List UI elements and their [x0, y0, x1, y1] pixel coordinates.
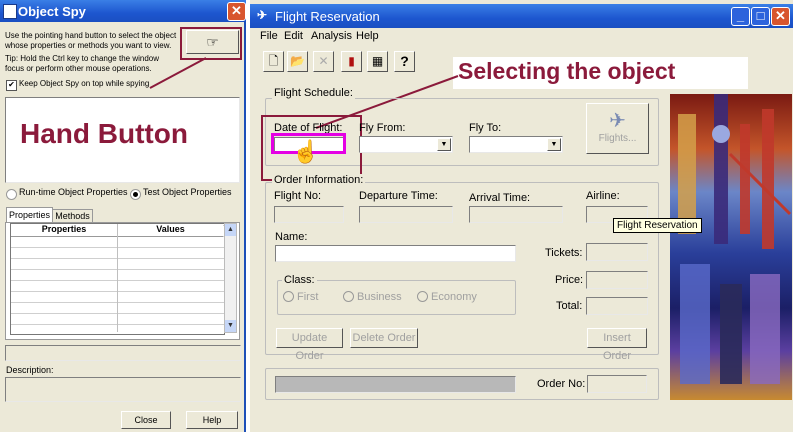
price-field	[586, 271, 648, 289]
tooltip-text: Flight Reservation	[617, 220, 698, 231]
annotation-arrow-left	[149, 57, 207, 89]
column-divider	[117, 224, 118, 332]
order-information-label: Order Information:	[272, 174, 366, 186]
description-label: Description:	[6, 365, 54, 375]
test-properties-label: Test Object Properties	[143, 187, 232, 197]
hand-button-annotation: Hand Button	[20, 118, 188, 149]
flight-title: Flight Reservation	[275, 9, 380, 24]
class-economy-label: Economy	[431, 291, 477, 303]
name-label: Name:	[275, 231, 308, 243]
scroll-down-icon[interactable]: ▼	[225, 320, 236, 332]
spy-help-button[interactable]: Help	[186, 411, 238, 429]
tab-properties[interactable]: Properties	[6, 207, 53, 223]
delete-order-button[interactable]: Delete Order	[350, 328, 418, 348]
flight-title-bar[interactable]: ✈ Flight Reservation _ □ ✕	[250, 4, 793, 28]
tickets-label: Tickets:	[545, 247, 583, 259]
fly-from-dropdown-icon[interactable]: ▼	[437, 138, 451, 151]
properties-scrollbar[interactable]: ▲ ▼	[224, 223, 237, 333]
class-business-radio[interactable]	[343, 291, 354, 302]
departure-time-label: Departure Time:	[359, 190, 438, 202]
class-label: Class:	[282, 274, 317, 286]
spy-help-label: Help	[202, 415, 222, 425]
object-spy-window: Object Spy ✕ Use the pointing hand butto…	[0, 0, 246, 432]
tab-methods-label: Methods	[55, 211, 90, 221]
menu-analysis[interactable]: Analysis	[311, 30, 352, 42]
name-input[interactable]	[275, 245, 516, 262]
fly-to-label: Fly To:	[469, 122, 502, 134]
description-field	[5, 377, 241, 402]
close-icon[interactable]: ✕	[771, 7, 790, 26]
insert-order-label: Insert Order	[602, 332, 632, 362]
menu-edit[interactable]: Edit	[284, 30, 303, 42]
fly-from-select[interactable]: ▼	[359, 136, 453, 153]
runtime-properties-radio[interactable]	[6, 189, 17, 200]
maximize-icon[interactable]: □	[751, 7, 770, 26]
price-label: Price:	[555, 274, 584, 286]
insert-order-button[interactable]: Insert Order	[587, 328, 647, 362]
arrival-time-label: Arrival Time:	[469, 192, 531, 204]
progress-bar	[275, 376, 516, 393]
class-economy-radio[interactable]	[417, 291, 428, 302]
departure-time-field	[359, 206, 453, 223]
menu-help[interactable]: Help	[356, 30, 379, 42]
tickets-field[interactable]	[586, 243, 648, 261]
col-header-properties[interactable]: Properties	[11, 224, 118, 237]
fly-to-dropdown-icon[interactable]: ▼	[547, 138, 561, 151]
flights-button[interactable]: ✈ Flights...	[586, 103, 649, 154]
collage-skyline	[678, 94, 792, 384]
flight-no-field	[274, 206, 344, 223]
total-field	[586, 297, 648, 315]
runtime-properties-label: Run-time Object Properties	[19, 187, 128, 197]
col-header-values[interactable]: Values	[118, 224, 223, 237]
spy-close-button[interactable]: Close	[121, 411, 171, 429]
tab-properties-label: Properties	[8, 210, 51, 220]
minimize-icon[interactable]: _	[731, 7, 750, 26]
spy-close-label: Close	[134, 415, 158, 425]
flight-schedule-label: Flight Schedule:	[272, 87, 355, 99]
delete-order-label: Delete Order	[352, 332, 416, 344]
scroll-up-icon[interactable]: ▲	[225, 224, 236, 236]
class-first-label: First	[297, 291, 319, 303]
airline-label: Airline:	[586, 190, 620, 202]
flight-no-label: Flight No:	[274, 190, 322, 202]
class-business-label: Business	[357, 291, 402, 303]
test-properties-radio[interactable]	[130, 189, 141, 200]
hand-cursor-icon: ☝	[292, 139, 320, 164]
order-no-field[interactable]	[587, 375, 647, 393]
selecting-annotation: Selecting the object	[458, 58, 676, 84]
total-label: Total:	[556, 300, 583, 312]
travel-collage-image	[670, 94, 792, 400]
fly-to-select[interactable]: ▼	[469, 136, 563, 153]
flight-app-icon: ✈	[257, 8, 268, 22]
update-order-label: Update Order	[291, 332, 328, 362]
spy-status-field	[5, 345, 241, 361]
update-order-button[interactable]: Update Order	[276, 328, 343, 362]
airplane-icon: ✈	[609, 110, 626, 132]
order-no-label: Order No:	[537, 378, 586, 390]
tab-methods[interactable]: Methods	[52, 209, 93, 223]
fly-from-label: Fly From:	[359, 122, 406, 134]
tooltip: Flight Reservation	[613, 218, 702, 233]
arrival-time-field	[469, 206, 563, 223]
class-first-radio[interactable]	[283, 291, 294, 302]
menu-file[interactable]: File	[260, 30, 278, 42]
flights-button-label: Flights...	[598, 133, 637, 144]
